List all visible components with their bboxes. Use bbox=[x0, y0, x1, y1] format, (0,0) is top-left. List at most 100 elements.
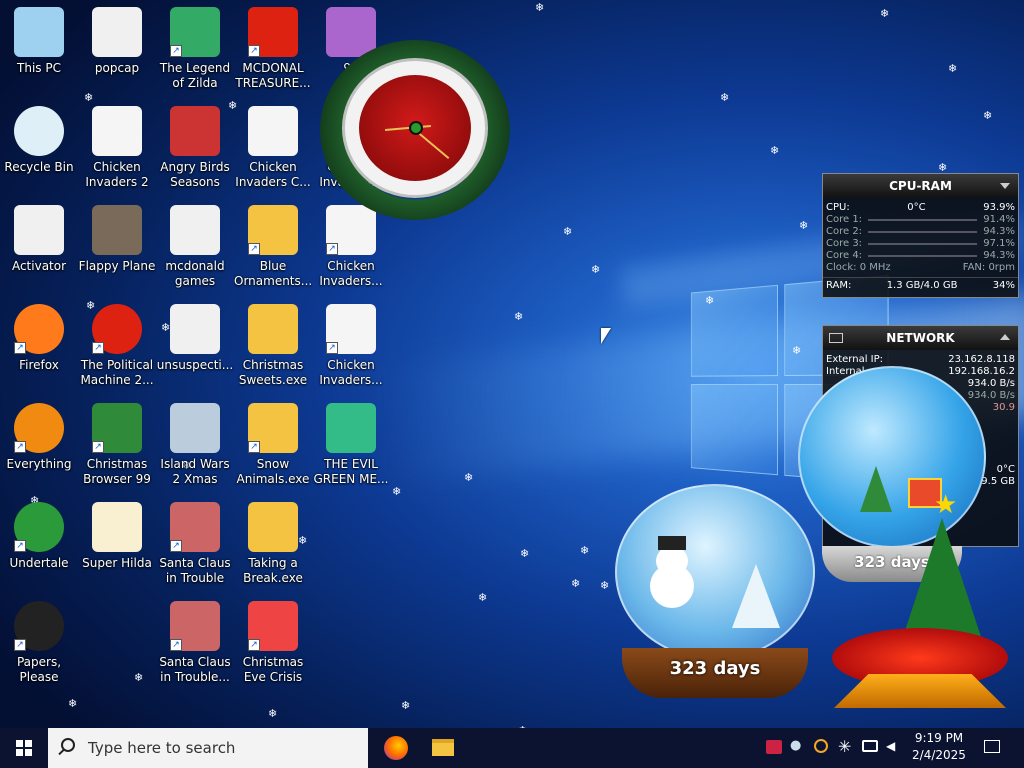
desktop-icon-label: Angry Birds Seasons bbox=[156, 160, 234, 190]
countdown-text: 323 days bbox=[622, 648, 808, 690]
snowflake-tray-icon[interactable]: ✳ bbox=[838, 737, 851, 756]
santa-icon: ↗ bbox=[170, 601, 220, 651]
chicken-icon: ↗ bbox=[326, 304, 376, 354]
cpu-ram-dropdown-icon[interactable] bbox=[1000, 183, 1010, 189]
cpu-ram-gadget[interactable]: CPU-RAM CPU: 0°C 93.9% Core 1: 91.4% Core… bbox=[822, 173, 1019, 298]
desktop-icon[interactable]: Super Hilda bbox=[78, 499, 156, 597]
external-ip-label: External IP: bbox=[826, 354, 883, 366]
desktop-icon-label: Chicken Invaders 2 bbox=[78, 160, 156, 190]
shortcut-arrow-icon: ↗ bbox=[170, 45, 182, 57]
taskbar-search-box[interactable]: Type here to search bbox=[48, 728, 368, 768]
desktop-icon[interactable]: THE EVIL GREEN ME... bbox=[312, 400, 390, 498]
folder-icon bbox=[432, 739, 454, 756]
messenger-icon bbox=[326, 403, 376, 453]
mouse-cursor-icon bbox=[601, 328, 611, 344]
desktop-icon-label: Activator bbox=[0, 259, 78, 274]
desktop-icon[interactable]: Island Wars 2 Xmas bbox=[156, 400, 234, 498]
desktop-icon-label: Christmas Eve Crisis bbox=[234, 655, 312, 685]
desktop-icon-label: Everything bbox=[0, 457, 78, 472]
desktop-icon[interactable]: ↗ Undertale bbox=[0, 499, 78, 597]
desktop-icon[interactable]: Activator bbox=[0, 202, 78, 300]
desktop-icon[interactable]: This PC bbox=[0, 4, 78, 102]
desktop-icon[interactable]: ↗ Everything bbox=[0, 400, 78, 498]
desktop-icon[interactable]: Christmas Sweets.exe bbox=[234, 301, 312, 399]
desktop-icon[interactable]: ↗ Firefox bbox=[0, 301, 78, 399]
shortcut-arrow-icon: ↗ bbox=[14, 540, 26, 552]
plane-icon bbox=[92, 205, 142, 255]
network-collapse-icon[interactable] bbox=[1000, 334, 1010, 340]
papers-please-icon: ↗ bbox=[14, 601, 64, 651]
shortcut-arrow-icon: ↗ bbox=[14, 639, 26, 651]
desktop-icon[interactable]: Chicken Invaders 2 bbox=[78, 103, 156, 201]
desktop-icon-label: The Political Machine 2... bbox=[78, 358, 156, 388]
desktop-icon-label: Super Hilda bbox=[78, 556, 156, 571]
desktop-icon-label: Taking a Break.exe bbox=[234, 556, 312, 586]
desktop-icon[interactable]: Angry Birds Seasons bbox=[156, 103, 234, 201]
desktop-icon[interactable]: ↗ Christmas Browser 99 bbox=[78, 400, 156, 498]
desktop-icon[interactable]: Chicken Invaders C... bbox=[234, 103, 312, 201]
desktop-icon[interactable]: ↗ The Legend of Zilda bbox=[156, 4, 234, 102]
cpu-ram-title: CPU-RAM bbox=[823, 174, 1018, 198]
recycle-bin-icon bbox=[14, 106, 64, 156]
cpu-temp: 0°C bbox=[907, 202, 925, 214]
star-exe-icon bbox=[248, 502, 298, 552]
shortcut-arrow-icon: ↗ bbox=[248, 639, 260, 651]
desktop-icon[interactable]: popcap bbox=[78, 4, 156, 102]
desktop-icon[interactable]: ↗ Papers, Please bbox=[0, 598, 78, 696]
water-drop-icon[interactable]: ● bbox=[790, 738, 800, 752]
network-title: NETWORK bbox=[823, 326, 1018, 350]
shortcut-arrow-icon: ↗ bbox=[326, 243, 338, 255]
desktop-icon-label: MCDONAL TREASURE... bbox=[234, 61, 312, 91]
taskbar-file-explorer-button[interactable] bbox=[426, 728, 460, 768]
desktop-icon[interactable]: ↗ The Political Machine 2... bbox=[78, 301, 156, 399]
snow-globe-gadget[interactable]: 323 days bbox=[612, 484, 818, 704]
desktop-icon[interactable]: mcdonald games bbox=[156, 202, 234, 300]
desktop-icon[interactable]: Taking a Break.exe bbox=[234, 499, 312, 597]
volume-muted-icon[interactable]: ◀ bbox=[886, 739, 900, 753]
desktop-icon[interactable]: Flappy Plane bbox=[78, 202, 156, 300]
shortcut-arrow-icon: ↗ bbox=[248, 441, 260, 453]
taskbar-clock[interactable]: 9:19 PM 2/4/2025 bbox=[908, 730, 970, 766]
taskbar-time: 9:19 PM bbox=[908, 730, 970, 747]
search-icon bbox=[61, 738, 75, 752]
desktop-icon[interactable]: ↗ Christmas Eve Crisis bbox=[234, 598, 312, 696]
desktop-icon[interactable]: Recycle Bin bbox=[0, 103, 78, 201]
core-label: Core 4: bbox=[826, 250, 862, 262]
desktop-icon-label: popcap bbox=[78, 61, 156, 76]
christmas-tree-gadget[interactable]: ★ bbox=[830, 488, 1010, 714]
external-ip-value: 23.162.8.118 bbox=[948, 354, 1015, 366]
taskbar-firefox-button[interactable] bbox=[378, 728, 412, 768]
cpu-percent: 93.9% bbox=[983, 202, 1015, 214]
christmas-tree-icon: ↗ bbox=[92, 403, 142, 453]
desktop-icon[interactable]: unsuspecti... bbox=[156, 301, 234, 399]
desktop-icon[interactable]: ↗ MCDONAL TREASURE... bbox=[234, 4, 312, 102]
monitor-icon bbox=[829, 333, 843, 343]
desktop-icon[interactable]: ↗ Santa Claus in Trouble bbox=[156, 499, 234, 597]
cpu-label: CPU: bbox=[826, 202, 850, 214]
folder-icon bbox=[170, 304, 220, 354]
tree-icon bbox=[900, 518, 984, 646]
search-tray-icon[interactable] bbox=[814, 739, 828, 753]
desktop-icon-label: Papers, Please bbox=[0, 655, 78, 685]
tray-app-icon[interactable] bbox=[766, 740, 782, 754]
star-icon: ★ bbox=[934, 492, 957, 518]
snowy-tree-icon bbox=[732, 564, 780, 628]
wreath-clock-gadget[interactable] bbox=[320, 40, 510, 220]
desktop-icon[interactable]: ↗ Blue Ornaments.... bbox=[234, 202, 312, 300]
desktop-icon-label: Blue Ornaments.... bbox=[234, 259, 312, 289]
desktop-icon[interactable]: ↗ Snow Animals.exe bbox=[234, 400, 312, 498]
start-button[interactable] bbox=[0, 728, 48, 768]
desktop-icon-label: Snow Animals.exe bbox=[234, 457, 312, 487]
star-exe-icon bbox=[248, 304, 298, 354]
desktop-icon-label: Firefox bbox=[0, 358, 78, 373]
desktop-icon-label: Christmas Sweets.exe bbox=[234, 358, 312, 388]
desktop-icon[interactable]: ↗ Santa Claus in Trouble... A... bbox=[156, 598, 234, 696]
undertale-icon: ↗ bbox=[14, 502, 64, 552]
desktop-icon-label: Chicken Invaders... bbox=[312, 358, 390, 388]
taskbar-date: 2/4/2025 bbox=[908, 747, 970, 764]
super-hilda-icon bbox=[92, 502, 142, 552]
shortcut-arrow-icon: ↗ bbox=[170, 540, 182, 552]
desktop-icon[interactable]: ↗ Chicken Invaders... bbox=[312, 301, 390, 399]
network-tray-icon[interactable] bbox=[862, 740, 878, 752]
notifications-button[interactable] bbox=[976, 728, 1010, 768]
